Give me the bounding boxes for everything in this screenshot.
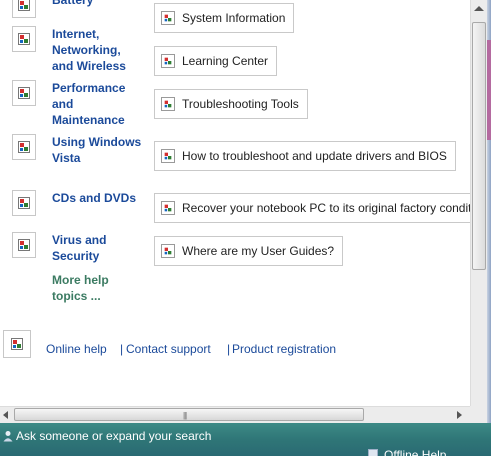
scroll-left-arrow-icon[interactable]	[3, 411, 8, 419]
category-performance[interactable]: Performance and Maintenance	[12, 80, 142, 128]
broken-image-icon	[12, 190, 36, 216]
user-guides-button[interactable]: Where are my User Guides?	[154, 236, 344, 266]
category-label: CDs and DVDs	[52, 191, 137, 205]
horizontal-scroll-thumb[interactable]: |||	[14, 408, 364, 421]
online-help-link[interactable]: Online help	[46, 342, 107, 356]
troubleshoot-drivers-bios-button[interactable]: How to troubleshoot and update drivers a…	[154, 141, 456, 171]
window-frame-edge	[487, 0, 491, 428]
ask-someone-bar: Ask someone or expand your search Offlin…	[0, 423, 491, 456]
vertical-scroll-thumb[interactable]	[472, 22, 486, 270]
footer-separator: |	[120, 342, 124, 356]
scrollbar-corner	[470, 406, 487, 423]
help-and-support-window: Battery Internet, Networking, and Wirele…	[0, 0, 491, 456]
button-label: System Information	[182, 11, 286, 25]
category-battery[interactable]: Battery	[12, 0, 142, 18]
button-label: How to troubleshoot and update drivers a…	[182, 149, 447, 163]
category-virus-security[interactable]: Virus and Security	[12, 232, 142, 264]
troubleshooting-tools-button[interactable]: Troubleshooting Tools	[154, 89, 308, 119]
system-information-button[interactable]: System Information	[154, 3, 295, 33]
learning-center-button[interactable]: Learning Center	[154, 46, 278, 76]
scroll-up-arrow-icon[interactable]	[474, 6, 484, 11]
footer-separator: |	[227, 342, 231, 356]
broken-image-icon	[161, 149, 175, 163]
frame-accent	[487, 40, 491, 140]
grip-icon: |||	[183, 411, 187, 420]
category-windows-vista[interactable]: Using Windows Vista	[12, 134, 142, 166]
broken-image-icon	[161, 201, 175, 215]
broken-image-icon	[12, 134, 36, 160]
broken-image-icon	[161, 244, 175, 258]
vertical-scrollbar[interactable]	[470, 0, 487, 406]
category-label: Performance and Maintenance	[52, 81, 126, 127]
broken-image-icon	[161, 97, 175, 111]
broken-image-icon	[161, 11, 175, 25]
broken-image-icon	[3, 330, 31, 358]
recover-factory-condition-button[interactable]: Recover your notebook PC to its original…	[154, 193, 470, 223]
category-label: Using Windows Vista	[52, 135, 142, 165]
offline-help-button[interactable]: Offline Help	[384, 448, 446, 456]
category-internet[interactable]: Internet, Networking, and Wireless	[12, 26, 142, 74]
more-help-label: More help topics ...	[52, 273, 109, 303]
content-pane: Battery Internet, Networking, and Wirele…	[0, 0, 470, 406]
broken-image-icon	[12, 0, 36, 18]
ask-someone-link[interactable]: Ask someone or expand your search	[16, 429, 211, 443]
button-label: Recover your notebook PC to its original…	[182, 201, 470, 215]
broken-image-icon	[161, 54, 175, 68]
category-label: Internet, Networking, and Wireless	[52, 27, 126, 73]
product-registration-link[interactable]: Product registration	[232, 342, 336, 356]
broken-image-icon	[12, 232, 36, 258]
category-cds-dvds[interactable]: CDs and DVDs	[12, 190, 142, 216]
button-label: Learning Center	[182, 54, 269, 68]
category-label: Virus and Security	[52, 233, 107, 263]
broken-image-icon	[12, 80, 36, 106]
scroll-right-arrow-icon[interactable]	[457, 411, 462, 419]
contact-support-link[interactable]: Contact support	[126, 342, 211, 356]
horizontal-scrollbar[interactable]: |||	[0, 406, 470, 423]
offline-help-icon	[368, 449, 378, 456]
broken-image-icon	[12, 26, 36, 52]
category-label: Battery	[52, 0, 94, 7]
more-help-topics-link[interactable]: More help topics ...	[52, 272, 122, 304]
people-icon	[3, 431, 13, 442]
button-label: Troubleshooting Tools	[182, 97, 299, 111]
button-label: Where are my User Guides?	[182, 244, 335, 258]
